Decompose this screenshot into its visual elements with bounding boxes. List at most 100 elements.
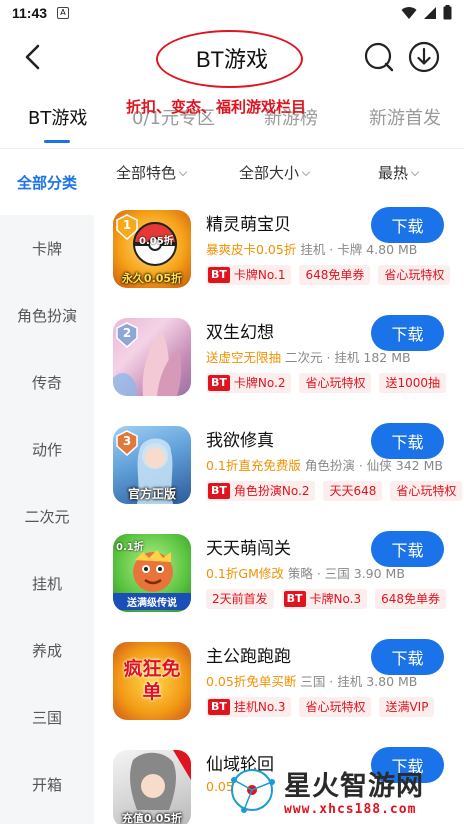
- sidebar-item-legend[interactable]: 传奇: [0, 349, 94, 415]
- game-icon[interactable]: 3 官方正版: [113, 426, 191, 504]
- download-button[interactable]: 下载: [371, 639, 444, 675]
- icon-caption: 疯狂免单: [123, 658, 181, 703]
- signal-icon: [424, 6, 436, 19]
- sidebar-item-unboxing[interactable]: 开箱: [0, 751, 94, 817]
- search-button[interactable]: [362, 40, 396, 74]
- sidebar-item-three-kingdoms[interactable]: 三国: [0, 684, 94, 750]
- filter-sort-label: 最热: [378, 164, 409, 182]
- chevron-down-icon: [178, 167, 188, 177]
- game-highlight: 暴爽皮卡0.05折: [206, 242, 297, 257]
- tag: 648免单券: [299, 265, 371, 285]
- game-info: 角色扮演 · 仙侠 342 MB: [304, 458, 443, 473]
- download-button[interactable]: 下载: [371, 531, 444, 567]
- download-button[interactable]: 下载: [371, 315, 444, 351]
- tag: BT 挂机No.3: [206, 697, 292, 717]
- icon-top-text: 0.1折: [116, 542, 144, 553]
- game-name[interactable]: 双生幻想: [206, 318, 274, 343]
- download-button[interactable]: 下载: [371, 207, 444, 243]
- tag: 送满VIP: [379, 697, 435, 717]
- download-icon: [408, 41, 440, 73]
- game-info: 二次元 · 挂机 182 MB: [285, 350, 411, 365]
- watermark: 星火智游网 www.xhcs188.com: [218, 756, 464, 824]
- category-sidebar: 全部分类 卡牌 角色扮演 传奇 动作 二次元 挂机 养成 三国 开箱: [0, 149, 94, 824]
- icon-caption: 送满级传说: [113, 593, 191, 610]
- annotation-text: 折扣、变态、福利游戏栏目: [126, 98, 307, 116]
- sidebar-item-anime[interactable]: 二次元: [0, 483, 94, 549]
- rank-number: 2: [122, 326, 132, 340]
- sidebar-item-action[interactable]: 动作: [0, 416, 94, 482]
- bt-badge: BT: [208, 699, 230, 715]
- tag: 省心玩特权: [299, 373, 372, 393]
- filter-bar: 全部特色 全部大小 最热: [94, 149, 464, 195]
- icon-caption: 官方正版: [127, 487, 176, 501]
- tag: 送1000抽: [379, 373, 447, 393]
- rank-number: 3: [122, 434, 132, 448]
- game-info: 策略 · 三国 3.90 MB: [287, 566, 405, 581]
- game-name[interactable]: 我欲修真: [206, 426, 274, 451]
- sidebar-item-card[interactable]: 卡牌: [0, 215, 94, 281]
- tag-text: 角色扮演No.2: [233, 484, 310, 498]
- status-icons: [401, 5, 452, 20]
- tag: 省心玩特权: [378, 265, 451, 285]
- tag: BT 卡牌No.2: [206, 373, 292, 393]
- game-icon[interactable]: 0.05折 1 永久0.05折: [113, 210, 191, 288]
- tag: 省心玩特权: [390, 481, 463, 501]
- list-item[interactable]: 0.05折 1 永久0.05折 精灵萌宝贝 暴爽皮卡0.05折 挂机 · 卡牌 …: [94, 195, 464, 303]
- game-highlight: 0.1折GM修改: [206, 566, 284, 581]
- tab-new-releases[interactable]: 新游首发: [369, 104, 441, 130]
- game-tags: BT 挂机No.3 省心玩特权 送满VIP: [206, 697, 435, 717]
- filter-size-label: 全部大小: [239, 164, 300, 182]
- game-icon[interactable]: 0.1折 送满级传说: [113, 534, 191, 612]
- bt-badge: BT: [208, 375, 230, 391]
- list-item[interactable]: 3 官方正版 我欲修真 0.1折直充免费版 角色扮演 · 仙侠 342 MB B…: [94, 411, 464, 519]
- icon-top-text: 0.05折: [139, 236, 174, 247]
- game-meta: 0.1折GM修改 策略 · 三国 3.90 MB: [206, 563, 405, 582]
- game-name[interactable]: 天天萌闯关: [206, 534, 291, 559]
- watermark-logo-icon: [231, 769, 275, 813]
- filter-sort[interactable]: 最热: [378, 162, 420, 183]
- bt-badge: BT: [283, 591, 306, 607]
- game-tags: BT 卡牌No.1 648免单券 省心玩特权: [206, 265, 451, 285]
- game-highlight: 0.05折免单买断: [206, 674, 297, 689]
- tag: 648免单券: [375, 589, 446, 609]
- filter-size[interactable]: 全部大小: [239, 162, 311, 183]
- sidebar-item-all[interactable]: 全部分类: [0, 149, 94, 215]
- download-manager-button[interactable]: [407, 40, 441, 74]
- game-icon[interactable]: 疯狂免单: [113, 642, 191, 720]
- filter-feature[interactable]: 全部特色: [116, 162, 188, 183]
- status-time: 11:43: [12, 5, 48, 21]
- game-icon[interactable]: 2: [113, 318, 191, 396]
- tag: BT 角色扮演No.2: [206, 481, 316, 501]
- filter-feature-label: 全部特色: [116, 164, 177, 182]
- game-name[interactable]: 主公跑跑跑: [206, 642, 291, 667]
- list-item[interactable]: 0.1折 送满级传说 天天萌闯关 0.1折GM修改 策略 · 三国 3.90 M…: [94, 519, 464, 627]
- download-button[interactable]: 下载: [371, 423, 444, 459]
- status-bar: 11:43 A: [0, 0, 464, 26]
- tag: 2天前首发: [206, 589, 274, 609]
- game-tags: BT 角色扮演No.2 天天648 省心玩特权: [206, 481, 463, 501]
- game-name[interactable]: 精灵萌宝贝: [206, 210, 291, 235]
- icon-caption: 充值0.05折: [121, 812, 183, 824]
- game-highlight: 0.1折直充免费版: [206, 458, 301, 473]
- rank-number: 1: [122, 218, 132, 232]
- sidebar-item-raising[interactable]: 养成: [0, 617, 94, 683]
- notification-icon: A: [57, 7, 70, 19]
- battery-icon: [443, 5, 452, 20]
- game-info: 三国 · 挂机 3.80 MB: [300, 674, 418, 689]
- sidebar-item-idle[interactable]: 挂机: [0, 550, 94, 616]
- list-item[interactable]: 疯狂免单 主公跑跑跑 0.05折免单买断 三国 · 挂机 3.80 MB BT 挂…: [94, 627, 464, 735]
- chevron-down-icon: [301, 167, 311, 177]
- tag-text: 卡牌No.3: [309, 592, 362, 606]
- tab-bt-games[interactable]: BT游戏: [28, 104, 87, 130]
- wifi-icon: [401, 6, 417, 19]
- game-icon[interactable]: 充值0.05折: [113, 750, 191, 824]
- tag-text: 挂机No.3: [233, 700, 286, 714]
- tab-active-indicator: [44, 140, 70, 143]
- watermark-title: 星火智游网: [284, 771, 424, 802]
- game-tags: 2天前首发 BT 卡牌No.3 648免单券: [206, 589, 446, 609]
- app-header: BT游戏: [0, 26, 464, 90]
- tag: 天天648: [323, 481, 383, 501]
- list-item[interactable]: 2 双生幻想 送虚空无限抽 二次元 · 挂机 182 MB BT 卡牌No.2 省…: [94, 303, 464, 411]
- game-tags: BT 卡牌No.2 省心玩特权 送1000抽: [206, 373, 447, 393]
- sidebar-item-rpg[interactable]: 角色扮演: [0, 282, 94, 348]
